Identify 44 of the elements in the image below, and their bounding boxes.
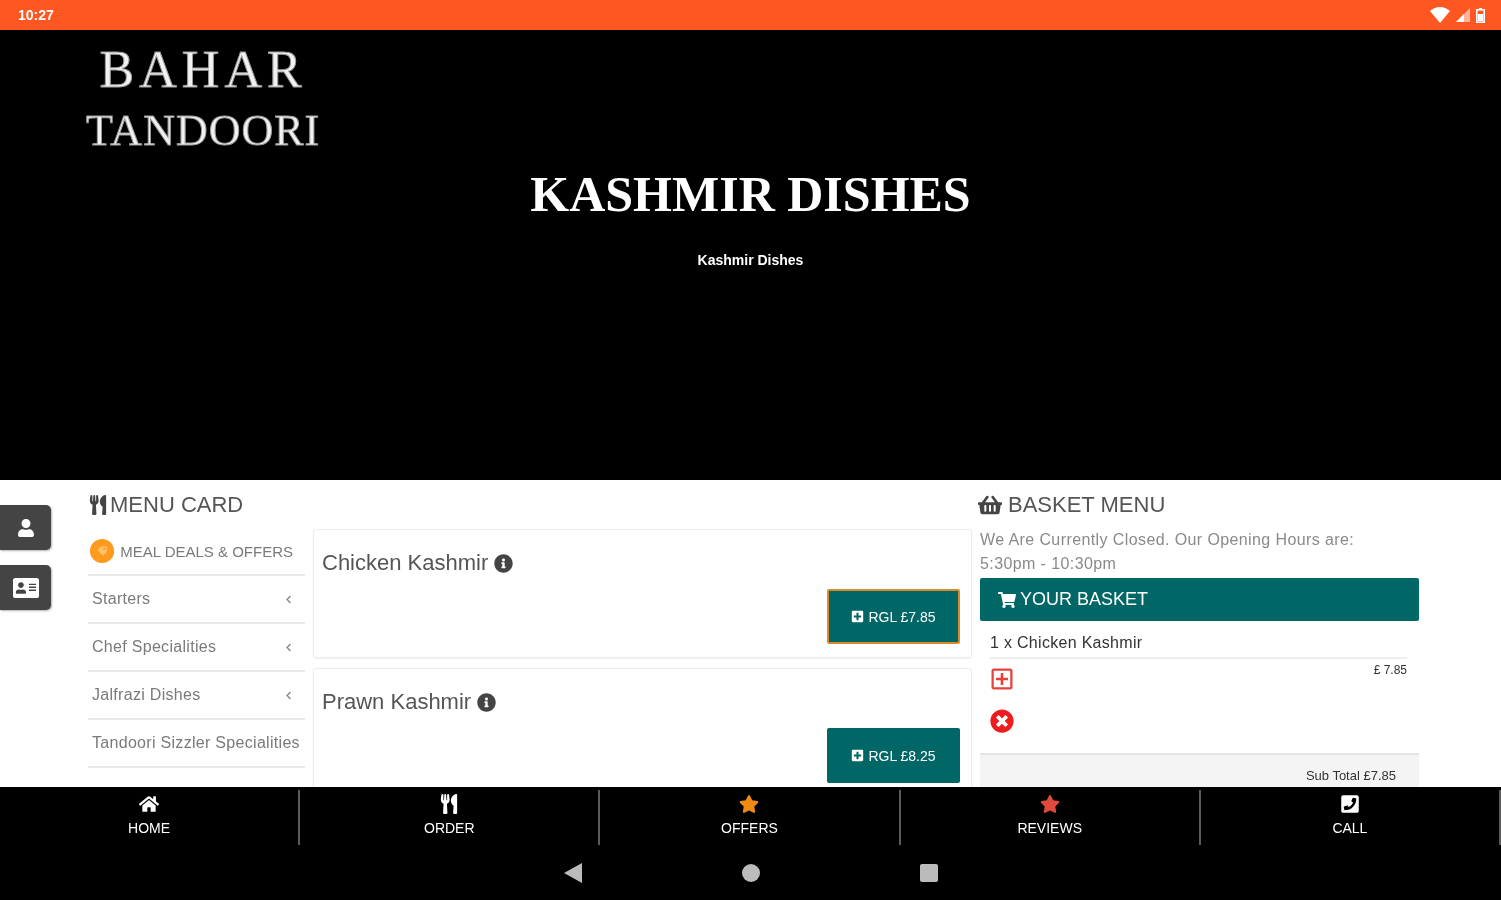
logo-text: TANDOORI (86, 106, 321, 156)
category-item[interactable]: Jalfrazi Dishes (88, 672, 305, 720)
status-time: 10:27 (18, 7, 54, 23)
home-icon (139, 794, 160, 814)
info-icon[interactable] (477, 692, 497, 712)
category-item[interactable]: Starters (88, 576, 305, 624)
logo-text: BAHAR (99, 42, 307, 98)
category-item[interactable]: Tandoori Sizzler Specialities (88, 720, 305, 768)
recents-square-icon[interactable] (919, 863, 938, 882)
basket-heading: YOUR BASKET (1020, 589, 1149, 610)
user-icon (16, 518, 35, 537)
basket-icon (978, 493, 1002, 517)
cutlery-icon (88, 495, 108, 515)
profile-button[interactable] (0, 505, 51, 550)
wifi-icon (1430, 7, 1450, 23)
cutlery-icon (439, 794, 460, 814)
home-circle-icon[interactable] (741, 863, 760, 882)
cart-icon (998, 590, 1016, 609)
page-title: KASHMIR DISHES (530, 165, 971, 224)
subtotal-text: Sub Total £7.85 (1305, 768, 1396, 785)
add-to-basket-button[interactable]: RGL £7.85 (827, 589, 960, 644)
chevron-icon (284, 594, 293, 604)
dish-name: Prawn Kashmir (322, 689, 472, 715)
contact-button[interactable] (0, 565, 51, 610)
basket-item-price: £ 7.85 (1373, 663, 1407, 677)
phone-icon (1339, 794, 1360, 814)
tag-icon (90, 538, 115, 564)
chevron-icon (284, 642, 293, 652)
section-title: MENU CARD (110, 492, 244, 518)
back-icon[interactable] (563, 862, 582, 883)
category-item[interactable]: Chef Specialities (88, 624, 305, 672)
section-title: BASKET MENU (1008, 492, 1166, 518)
dish-name: Chicken Kashmir (322, 550, 489, 576)
chevron-icon (284, 690, 293, 700)
battery-icon (1476, 7, 1485, 23)
opening-hours-notice: We Are Currently Closed. Our Opening Hours are: 5:30pm - 10:30pm (980, 530, 1356, 574)
star-icon (739, 794, 760, 814)
info-icon[interactable] (494, 553, 514, 573)
page-subtitle: Kashmir Dishes (697, 251, 804, 270)
category-item[interactable]: MEAL DEALS & OFFERS (88, 528, 305, 576)
add-to-basket-button[interactable]: RGL £8.25 (827, 728, 960, 783)
signal-icon (1456, 8, 1470, 22)
basket-item-name: 1 x Chicken Kashmir (990, 633, 1144, 653)
star-icon (1039, 794, 1060, 814)
